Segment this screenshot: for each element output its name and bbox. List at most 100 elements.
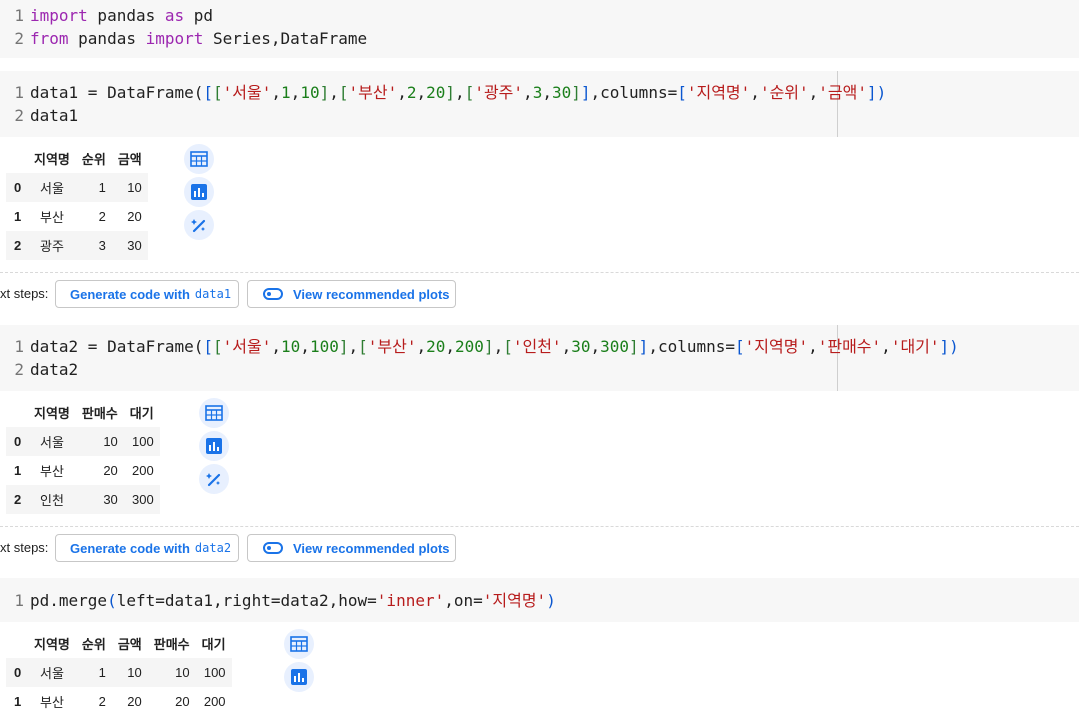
code-token: ,columns= <box>590 83 678 102</box>
code-token: ] <box>867 83 877 102</box>
code-token: data2 = DataFrame( <box>30 337 204 356</box>
code-token: ] <box>629 337 639 356</box>
code-token: [ <box>203 83 214 102</box>
table-cell: 2 <box>98 209 106 224</box>
view-recommended-plots-button[interactable]: View recommended plots <box>247 280 456 308</box>
table-cell: 100 <box>132 434 154 449</box>
table-row: 1 부산 20 200 <box>6 456 160 485</box>
bar-chart-icon <box>291 669 307 685</box>
next-steps-label: xt steps: <box>0 540 49 555</box>
column-header: 대기 <box>201 637 226 652</box>
code-token: data1 <box>30 106 79 125</box>
row-index: 0 <box>14 665 22 680</box>
code-token: '지역명' <box>686 83 751 102</box>
code-token: ] <box>445 83 456 102</box>
code-token: '판매수' <box>817 337 882 356</box>
code-token: 3 <box>532 83 543 102</box>
code-text: from pandas import Series,DataFrame <box>30 29 367 48</box>
suggest-charts-button[interactable] <box>199 431 229 461</box>
convert-to-table-button[interactable] <box>184 144 214 174</box>
code-token: , <box>397 83 407 102</box>
code-text: data2 <box>30 360 78 379</box>
generate-code-label: Generate code with <box>70 540 190 556</box>
next-steps-label: xt steps: <box>0 286 49 301</box>
generate-with-ai-button[interactable] <box>199 464 229 494</box>
code-token: ] <box>638 337 649 356</box>
code-token: [ <box>464 83 475 102</box>
table-cell: 30 <box>103 492 118 507</box>
code-token: '순위' <box>759 83 809 102</box>
code-token: ] <box>319 83 330 102</box>
code-token: 2 <box>406 83 417 102</box>
code-token: 200 <box>455 337 484 356</box>
code-token: , <box>300 337 310 356</box>
convert-to-table-button[interactable] <box>199 398 229 428</box>
generate-code-button[interactable]: Generate code with data1 <box>55 280 239 308</box>
table-cell: 부산 <box>39 210 64 225</box>
table-cell: 300 <box>132 492 154 507</box>
code-token: ( <box>107 591 117 610</box>
code-token: [ <box>338 83 349 102</box>
code-token: '부산' <box>367 337 417 356</box>
code-line: 1 pd.merge(left=data1,right=data2,how='in… <box>0 589 555 612</box>
table-cell: 2 <box>98 694 106 709</box>
generate-code-var: data1 <box>194 287 232 301</box>
code-token: ,on= <box>444 591 483 610</box>
table-cell: 서울 <box>39 181 64 196</box>
code-cell-merge[interactable]: 1 pd.merge(left=data1,right=data2,how='in… <box>0 578 1079 622</box>
table-cell: 3 <box>98 238 106 253</box>
generate-with-ai-button[interactable] <box>184 210 214 240</box>
line-number: 2 <box>14 29 24 48</box>
suggest-charts-button[interactable] <box>284 662 314 692</box>
table-cell: 10 <box>175 665 190 680</box>
line-number: 1 <box>14 591 24 610</box>
table-icon <box>205 405 223 421</box>
table-cell: 부산 <box>39 695 64 710</box>
code-token: [ <box>203 337 214 356</box>
code-token: , <box>542 83 552 102</box>
code-cell-imports[interactable]: 1 import pandas as pd 2 from pandas import… <box>0 0 1079 58</box>
table-cell: 20 <box>127 694 142 709</box>
code-token: import <box>30 6 88 25</box>
magic-wand-icon <box>191 219 206 233</box>
code-text: data1 <box>30 106 78 125</box>
code-token: , <box>750 83 760 102</box>
code-text: data1 = DataFrame([['서울',1,10],['부산',2,2… <box>30 83 886 102</box>
table-row: 2 인천 30 300 <box>6 485 160 514</box>
dataframe-output-data1: 지역명 순위 금액 0 서울 1 10 1 부산 2 20 2 광주 3 30 <box>6 144 148 260</box>
code-token: pandas <box>68 29 146 48</box>
generate-code-var: data2 <box>194 541 232 555</box>
code-token: pd.merge <box>30 591 108 610</box>
code-token: [ <box>677 83 687 102</box>
dataframe-output-data2: 지역명 판매수 대기 0 서울 10 100 1 부산 20 200 2 인천 30 300 <box>6 398 160 514</box>
code-cell-data1[interactable]: 1 data1 = DataFrame([['서울',1,10],['부산',2,… <box>0 71 1079 137</box>
table-cell: 30 <box>127 238 142 253</box>
code-token: , <box>808 83 819 102</box>
code-text: import pandas as pd <box>30 6 213 25</box>
code-cell-data2[interactable]: 1 data2 = DataFrame([['서울',10,100],['부산',… <box>0 325 1079 391</box>
code-token: ,columns= <box>648 337 736 356</box>
magic-wand-icon <box>206 473 221 487</box>
code-line: 1 data2 = DataFrame([['서울',10,100],['부산',… <box>0 335 958 358</box>
convert-to-table-button[interactable] <box>284 629 314 659</box>
suggest-charts-button[interactable] <box>184 177 214 207</box>
row-index: 2 <box>14 492 22 507</box>
code-token: [ <box>503 337 513 356</box>
table-row: 0 서울 10 100 <box>6 427 160 456</box>
table-row: 1 부산 2 20 <box>6 202 148 231</box>
table-cell: 20 <box>127 209 142 224</box>
column-header: 순위 <box>81 152 106 167</box>
row-index: 2 <box>14 238 22 253</box>
table-row: 0 서울 1 10 10 100 <box>6 658 232 687</box>
column-header: 판매수 <box>153 637 190 652</box>
code-token: , <box>590 337 601 356</box>
table-cell: 광주 <box>39 239 64 254</box>
line-number: 2 <box>14 360 24 379</box>
line-number: 1 <box>14 83 24 102</box>
code-token: '금액' <box>818 83 868 102</box>
code-token: , <box>416 337 427 356</box>
code-token: '부산' <box>348 83 398 102</box>
view-recommended-plots-button[interactable]: View recommended plots <box>247 534 456 562</box>
generate-code-button[interactable]: Generate code with data2 <box>55 534 239 562</box>
toggle-icon <box>263 542 283 554</box>
